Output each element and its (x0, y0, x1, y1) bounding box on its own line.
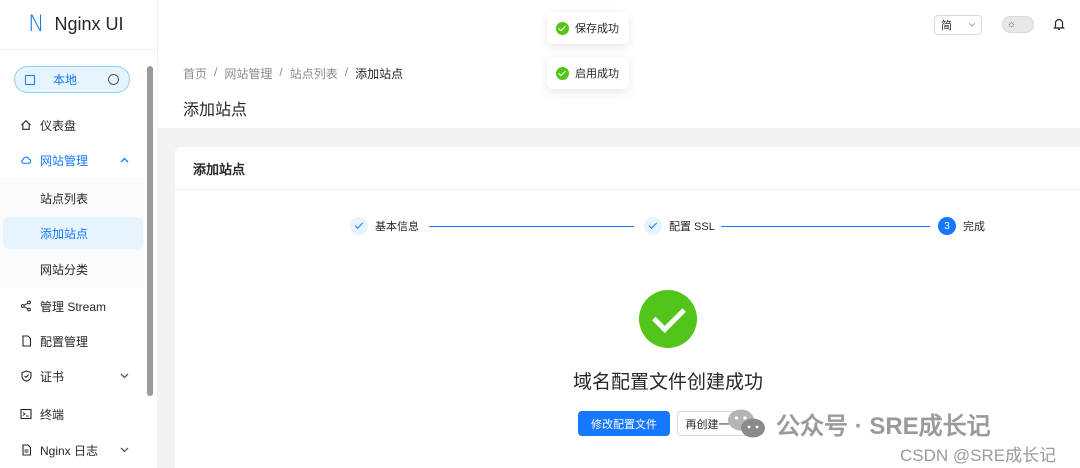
breadcrumb: 首页 / 网站管理 / 站点列表 / 添加站点 (183, 65, 404, 82)
sidebar-subitem-label: 添加站点 (40, 226, 89, 241)
chevron-down-icon (120, 371, 129, 382)
sidebar-item-label: Nginx 日志 (40, 443, 99, 458)
result-title: 域名配置文件创建成功 (572, 372, 763, 393)
sun-icon: ☼ (1006, 19, 1017, 30)
sidebar-subitem-site-category[interactable]: 网站分类 (0, 253, 145, 285)
sidebar-item-label: 仪表盘 (40, 118, 77, 133)
card-title: 添加站点 (175, 147, 1080, 190)
step-number: 3 (938, 217, 956, 235)
step-basic-info: 基本信息 (350, 217, 419, 235)
success-check-icon (639, 290, 697, 348)
check-circle-icon (556, 66, 569, 80)
home-icon (20, 119, 32, 131)
app-title: Nginx UI (54, 14, 124, 34)
file-icon (20, 335, 32, 347)
nginx-logo-icon: N (28, 12, 45, 37)
sidebar-subitem-label: 站点列表 (40, 191, 89, 206)
sidebar-subitem-label: 网站分类 (40, 262, 89, 277)
server-icon (25, 74, 35, 85)
sidebar-item-label: 网站管理 (40, 153, 89, 168)
page-title: 添加站点 (183, 102, 248, 119)
breadcrumb-home[interactable]: 首页 (183, 65, 207, 82)
breadcrumb-site-management[interactable]: 网站管理 (224, 65, 272, 82)
environment-label: 本地 (53, 73, 78, 87)
step-connector (429, 226, 634, 227)
wechat-watermark: 公众号 · SRE成长记 (726, 406, 991, 441)
theme-toggle[interactable]: ☼ (1002, 16, 1034, 33)
toast-text: 保存成功 (575, 23, 619, 35)
chevron-down-icon (120, 445, 129, 456)
sidebar-item-label: 配置管理 (40, 334, 89, 349)
step-finish: 3 完成 (938, 217, 985, 235)
sidebar-item-nginx-logs[interactable]: Nginx 日志 (0, 434, 145, 466)
breadcrumb-current: 添加站点 (355, 67, 404, 81)
step-label: 完成 (963, 221, 985, 233)
app-logo[interactable]: N Nginx UI (0, 0, 157, 50)
sidebar-item-stream[interactable]: 管理 Stream (0, 290, 145, 322)
environment-selector[interactable]: 本地 (14, 66, 130, 93)
terminal-icon (20, 408, 32, 420)
toast-text: 启用成功 (575, 68, 619, 80)
toast-save-success: 保存成功 (547, 12, 629, 44)
chevron-up-icon (120, 155, 129, 166)
sidebar-item-label: 管理 Stream (40, 299, 107, 314)
shield-check-icon (20, 370, 32, 382)
wechat-logo-icon (726, 407, 768, 441)
wechat-watermark-text: 公众号 · SRE成长记 (776, 413, 991, 440)
bell-icon[interactable] (1053, 17, 1065, 31)
sidebar-item-label: 终端 (40, 407, 65, 422)
csdn-watermark: CSDN @SRE成长记 (900, 446, 1057, 465)
dashboard-gauge-icon (108, 74, 119, 85)
language-select[interactable]: 简 (934, 15, 982, 35)
breadcrumb-site-list[interactable]: 站点列表 (290, 65, 338, 82)
log-icon (20, 444, 32, 456)
check-icon (644, 217, 662, 235)
sidebar-item-label: 证书 (40, 369, 65, 384)
step-label: 基本信息 (375, 221, 419, 233)
step-label: 配置 SSL (669, 221, 715, 233)
sidebar-item-dashboard[interactable]: 仪表盘 (0, 109, 145, 141)
sidebar: N Nginx UI 本地 仪表盘 网站管理 站点列表 添加站点 网站分类 管理 (0, 0, 158, 468)
sidebar-scrollbar[interactable] (147, 66, 153, 396)
sidebar-subitem-add-site[interactable]: 添加站点 (3, 217, 143, 249)
chevron-down-icon (968, 19, 976, 29)
step-connector (721, 226, 930, 227)
sidebar-item-certificates[interactable]: 证书 (0, 360, 145, 392)
edit-config-button[interactable]: 修改配置文件 (578, 411, 670, 436)
step-ssl-config: 配置 SSL (644, 217, 715, 235)
sidebar-item-site-management[interactable]: 网站管理 (0, 144, 145, 176)
cloud-icon (20, 154, 32, 166)
toast-enable-success: 启用成功 (547, 57, 629, 89)
sidebar-item-terminal[interactable]: 终端 (0, 398, 145, 430)
check-circle-icon (556, 21, 569, 35)
check-icon (350, 217, 368, 235)
share-icon (20, 300, 32, 312)
sidebar-item-config[interactable]: 配置管理 (0, 325, 145, 357)
sidebar-subitem-site-list[interactable]: 站点列表 (0, 182, 145, 214)
language-value: 简 (941, 20, 952, 32)
